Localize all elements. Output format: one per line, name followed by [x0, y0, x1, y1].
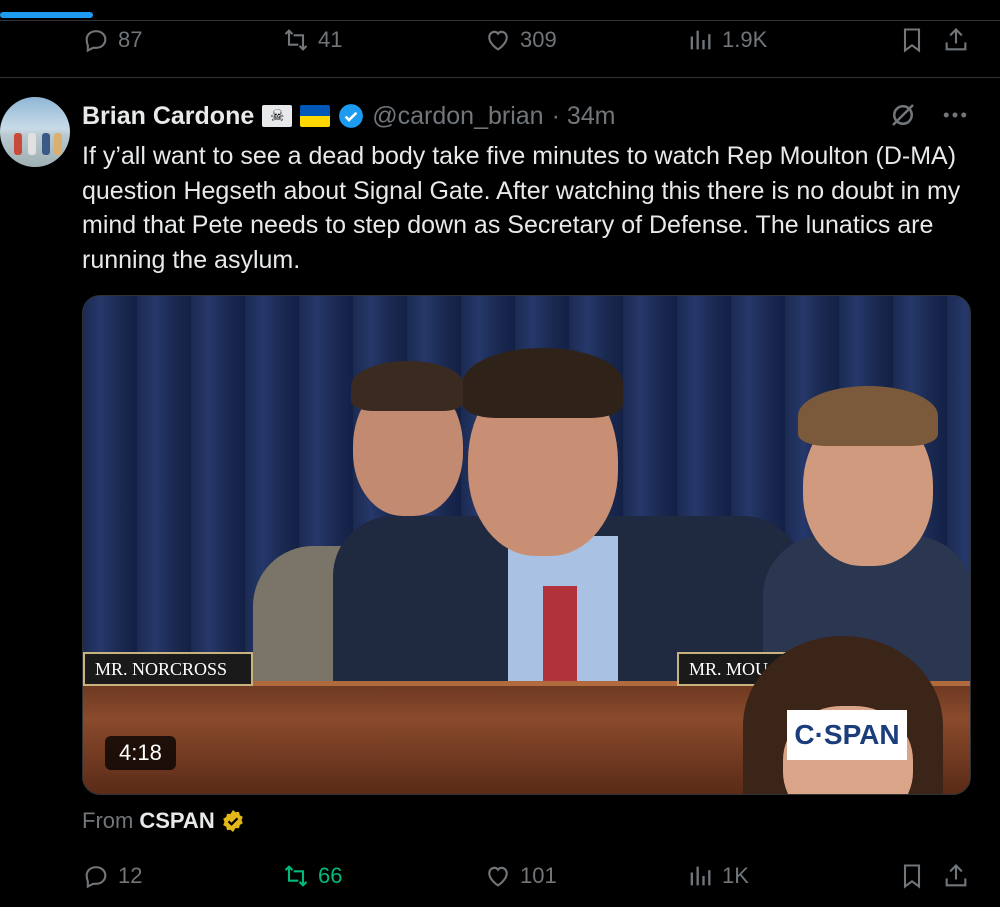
retweet-icon [284, 29, 308, 51]
like-icon [488, 30, 508, 51]
source-prefix: From [82, 808, 134, 833]
grok-icon[interactable] [888, 100, 918, 130]
reply-count: 12 [118, 863, 143, 888]
like-count: 101 [520, 863, 557, 888]
tweet-action-bar: 12 66 101 1K [82, 856, 970, 896]
reply-count: 87 [118, 27, 143, 52]
video-duration: 4:18 [105, 736, 176, 770]
tweet-time[interactable]: · 34m [552, 102, 616, 131]
tweet-header: Brian Cardone ☠ @cardon_brian · 34m [82, 98, 616, 134]
avatar-figure [42, 133, 50, 155]
verified-icon [339, 104, 364, 128]
reply-button[interactable]: 87 [82, 26, 142, 54]
share-icon [945, 28, 967, 51]
retweet-button[interactable]: 41 [282, 26, 342, 54]
avatar[interactable] [0, 97, 70, 167]
author-handle[interactable]: @cardon_brian [372, 102, 543, 131]
person-center-tie [543, 586, 577, 696]
tweet-top-icons [888, 100, 970, 130]
loading-progress-bar [0, 12, 93, 18]
bookmark-icon [903, 28, 921, 53]
share-button[interactable] [942, 26, 970, 54]
nameplate-left: MR. NORCROSS [83, 652, 253, 686]
cspan-logo: C·SPAN [787, 710, 907, 760]
author-name[interactable]: Brian Cardone [82, 102, 254, 131]
source-name[interactable]: CSPAN [139, 808, 214, 834]
more-icon[interactable] [940, 100, 970, 130]
gold-verified-icon [222, 810, 243, 832]
ukraine-flag-icon [300, 105, 331, 127]
person-right-hair [798, 386, 938, 446]
pirate-flag-icon: ☠ [262, 105, 293, 127]
video-source: From CSPAN [82, 808, 245, 834]
share-icon [945, 864, 967, 887]
like-button[interactable]: 101 [484, 862, 557, 890]
avatar-figure [28, 133, 36, 155]
divider [0, 77, 1000, 78]
reply-button[interactable]: 12 [82, 862, 142, 890]
views-button[interactable]: 1.9K [686, 26, 767, 54]
tweet-text: If y’all want to see a dead body take fi… [82, 142, 961, 274]
bookmark-button[interactable] [898, 26, 926, 54]
avatar-figure [54, 133, 62, 155]
person-left-hair [351, 361, 465, 411]
reply-icon [85, 866, 107, 889]
like-button[interactable]: 309 [484, 26, 557, 54]
views-icon [690, 30, 711, 50]
reply-icon [85, 30, 107, 53]
views-count: 1.9K [722, 27, 768, 52]
previous-tweet-action-bar: 87 41 309 1.9K [82, 20, 970, 60]
bookmark-icon [903, 864, 921, 889]
like-count: 309 [520, 27, 557, 52]
like-icon [488, 866, 508, 887]
avatar-figure [14, 133, 22, 155]
retweet-count: 66 [318, 863, 343, 888]
retweet-icon [284, 865, 308, 887]
bookmark-button[interactable] [898, 862, 926, 890]
person-center-hair [463, 348, 623, 418]
video-player[interactable]: MR. NORCROSS MR. MOU C·SPAN 4:18 [82, 295, 971, 795]
views-count: 1K [722, 863, 749, 888]
views-icon [690, 866, 711, 886]
views-button[interactable]: 1K [686, 862, 749, 890]
retweet-count: 41 [318, 27, 343, 52]
share-button[interactable] [942, 862, 970, 890]
retweet-button[interactable]: 66 [282, 862, 342, 890]
